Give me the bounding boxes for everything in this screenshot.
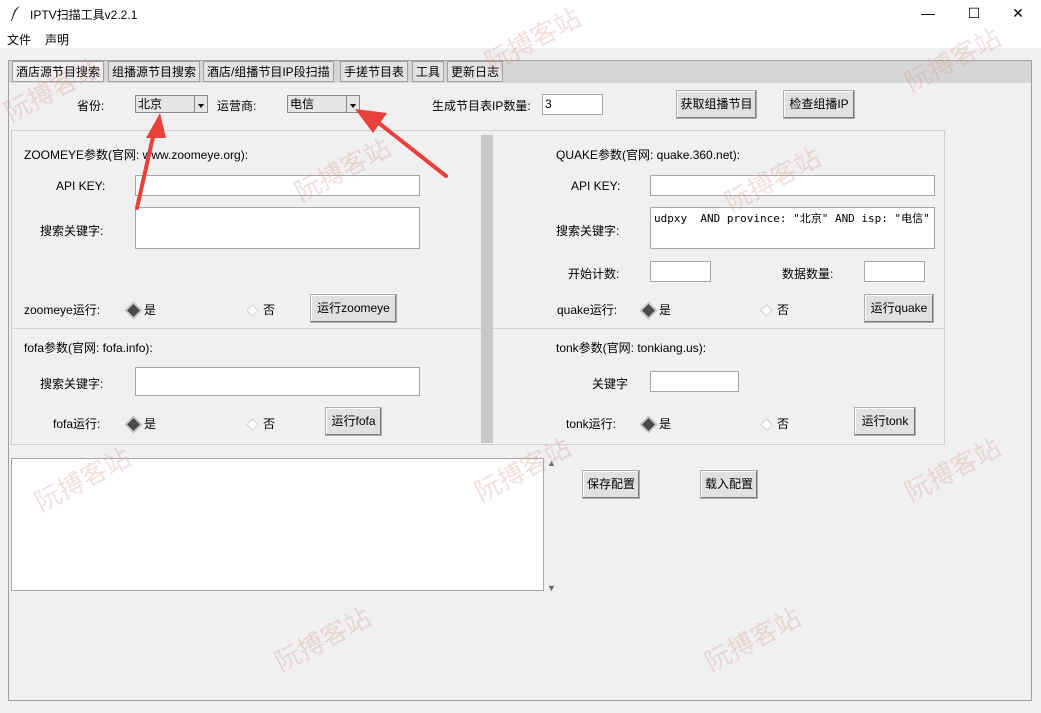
arrow-to-isp-icon xyxy=(355,109,448,178)
arrow-to-province-icon xyxy=(135,113,166,210)
annotation-arrows xyxy=(135,109,448,210)
